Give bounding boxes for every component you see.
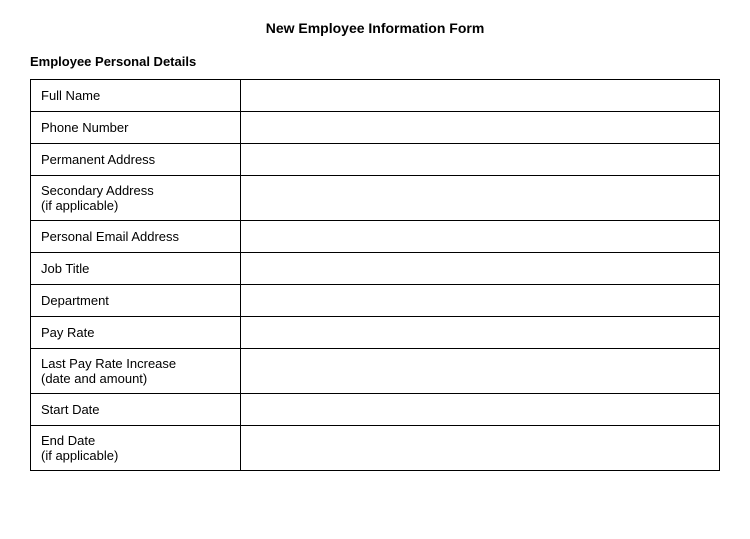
form-row-phone-number: Phone Number (31, 112, 720, 144)
value-department[interactable] (241, 285, 720, 317)
form-row-secondary-address: Secondary Address(if applicable) (31, 176, 720, 221)
form-row-job-title: Job Title (31, 253, 720, 285)
value-pay-rate[interactable] (241, 317, 720, 349)
label-pay-rate: Pay Rate (31, 317, 241, 349)
label-personal-email: Personal Email Address (31, 221, 241, 253)
value-permanent-address[interactable] (241, 144, 720, 176)
label-end-date: End Date(if applicable) (31, 426, 241, 471)
value-secondary-address[interactable] (241, 176, 720, 221)
form-row-pay-rate: Pay Rate (31, 317, 720, 349)
label-phone-number: Phone Number (31, 112, 241, 144)
label-start-date: Start Date (31, 394, 241, 426)
section-title: Employee Personal Details (30, 54, 720, 69)
label-department: Department (31, 285, 241, 317)
form-row-department: Department (31, 285, 720, 317)
value-last-pay-rate[interactable] (241, 349, 720, 394)
label-job-title: Job Title (31, 253, 241, 285)
form-row-last-pay-rate: Last Pay Rate Increase(date and amount) (31, 349, 720, 394)
value-job-title[interactable] (241, 253, 720, 285)
employee-form-table: Full NamePhone NumberPermanent AddressSe… (30, 79, 720, 471)
form-row-personal-email: Personal Email Address (31, 221, 720, 253)
value-end-date[interactable] (241, 426, 720, 471)
label-permanent-address: Permanent Address (31, 144, 241, 176)
page-title: New Employee Information Form (30, 20, 720, 36)
value-start-date[interactable] (241, 394, 720, 426)
form-row-start-date: Start Date (31, 394, 720, 426)
value-personal-email[interactable] (241, 221, 720, 253)
form-row-full-name: Full Name (31, 80, 720, 112)
form-row-end-date: End Date(if applicable) (31, 426, 720, 471)
label-full-name: Full Name (31, 80, 241, 112)
value-full-name[interactable] (241, 80, 720, 112)
form-row-permanent-address: Permanent Address (31, 144, 720, 176)
value-phone-number[interactable] (241, 112, 720, 144)
label-secondary-address: Secondary Address(if applicable) (31, 176, 241, 221)
label-last-pay-rate: Last Pay Rate Increase(date and amount) (31, 349, 241, 394)
